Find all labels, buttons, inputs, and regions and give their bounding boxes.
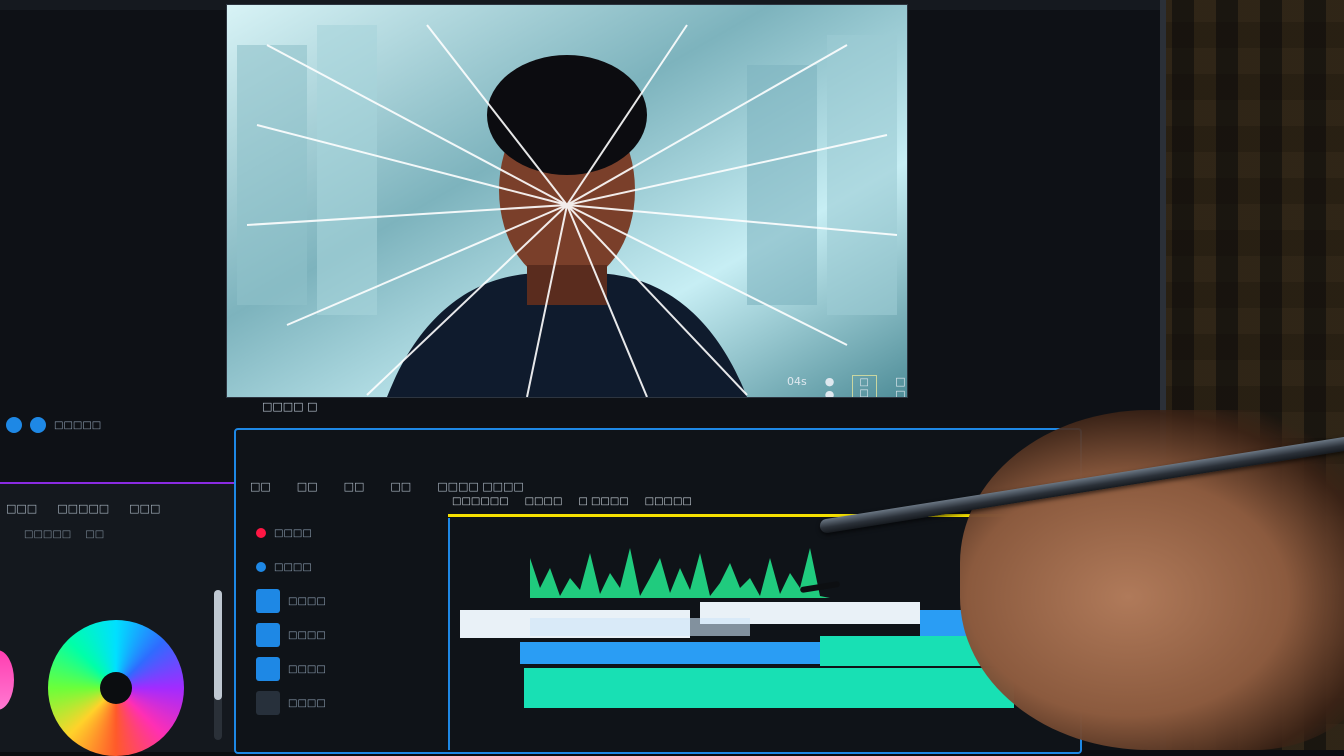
- timeline-tab-1[interactable]: □□: [250, 480, 271, 493]
- clip-blue-2: [520, 642, 820, 664]
- preview-status: □ □ □ □ □: [895, 375, 906, 398]
- blue-dot-icon: [6, 417, 22, 433]
- timeline-tab-2[interactable]: □□: [297, 480, 318, 493]
- vertical-slider[interactable]: [214, 590, 222, 740]
- ruler-marker-4: □□□□□: [644, 496, 692, 507]
- track-label-1: □□□□: [274, 527, 312, 539]
- timeline-panel: □□ □□ □□ □□ □□□□ □□□□ □□□□□□ □□□□ □ □□□□…: [234, 428, 1082, 754]
- track-icon-3[interactable]: [256, 589, 280, 613]
- left-under-bar: □□□□□: [0, 410, 232, 440]
- ruler-marker-2: □□□□: [524, 496, 563, 507]
- timeline-tab-4[interactable]: □□: [390, 480, 411, 493]
- track-row-5[interactable]: □□□□: [256, 652, 446, 686]
- timeline-tab-3[interactable]: □□: [344, 480, 365, 493]
- ruler-marker-3: □ □□□□: [578, 496, 629, 507]
- clip-teal-2: [524, 668, 1014, 708]
- timeline-tabs: □□ □□ □□ □□ □□□□ □□□□: [250, 480, 524, 493]
- track-label-4: □□□□: [288, 629, 326, 641]
- timecode: □□□□ □: [262, 400, 318, 413]
- preview-duration: 04s: [787, 375, 807, 388]
- color-tab-3[interactable]: □□□: [129, 502, 160, 515]
- track-row-4[interactable]: □□□□: [256, 618, 446, 652]
- track-row-1[interactable]: □□□□: [256, 516, 446, 550]
- left-under-label: □□□□□: [54, 419, 102, 431]
- track-label-3: □□□□: [288, 595, 326, 607]
- preview-badge: □ □ □ □ ○: [852, 375, 878, 397]
- track-label-6: □□□□: [288, 697, 326, 709]
- track-row-2[interactable]: □□□□: [256, 550, 446, 584]
- track-label-5: □□□□: [288, 663, 326, 675]
- track-icon-6[interactable]: [256, 691, 280, 715]
- track-icon-5[interactable]: [256, 657, 280, 681]
- ruler-marker-1: □□□□□□: [452, 496, 509, 507]
- preview-indicators: ● ●: [824, 375, 835, 398]
- color-panel-head: □□□ □□□□□ □□□: [0, 484, 234, 515]
- color-row-label-1: □□□□□: [24, 529, 72, 540]
- color-wheel[interactable]: [48, 620, 184, 756]
- color-tab-2[interactable]: □□□□□: [57, 502, 109, 515]
- track-icon-4[interactable]: [256, 623, 280, 647]
- timeline-tab-5[interactable]: □□□□ □□□□: [437, 480, 524, 493]
- blue-dot-icon-2: [30, 417, 46, 433]
- color-panel-row: □□□□□ □□: [0, 515, 234, 540]
- ruler-markers: □□□□□□ □□□□ □ □□□□ □□□□□: [452, 496, 692, 507]
- user-hand: [960, 410, 1344, 750]
- color-row-label-2: □□: [85, 529, 105, 540]
- audio-waveform: [530, 548, 830, 598]
- record-dot-icon[interactable]: [256, 528, 266, 538]
- track-row-6[interactable]: □□□□: [256, 686, 446, 720]
- track-row-3[interactable]: □□□□: [256, 584, 446, 618]
- color-panel: □□□ □□□□□ □□□ □□□□□ □□: [0, 482, 234, 756]
- color-tab-1[interactable]: □□□: [6, 502, 37, 515]
- preview-frame-art: [227, 5, 907, 397]
- track-headers: □□□□ □□□□ □□□□ □□□□ □□□□ □□□□: [256, 516, 446, 720]
- record-dot-icon-2[interactable]: [256, 562, 266, 572]
- preview-controls: 04s ● ● □ □ □ □ ○ □ □ □ □ □: [787, 375, 907, 398]
- clip-overlay-1: [530, 618, 750, 636]
- video-preview[interactable]: 04s ● ● □ □ □ □ ○ □ □ □ □ □: [226, 4, 908, 398]
- track-label-2: □□□□: [274, 561, 312, 573]
